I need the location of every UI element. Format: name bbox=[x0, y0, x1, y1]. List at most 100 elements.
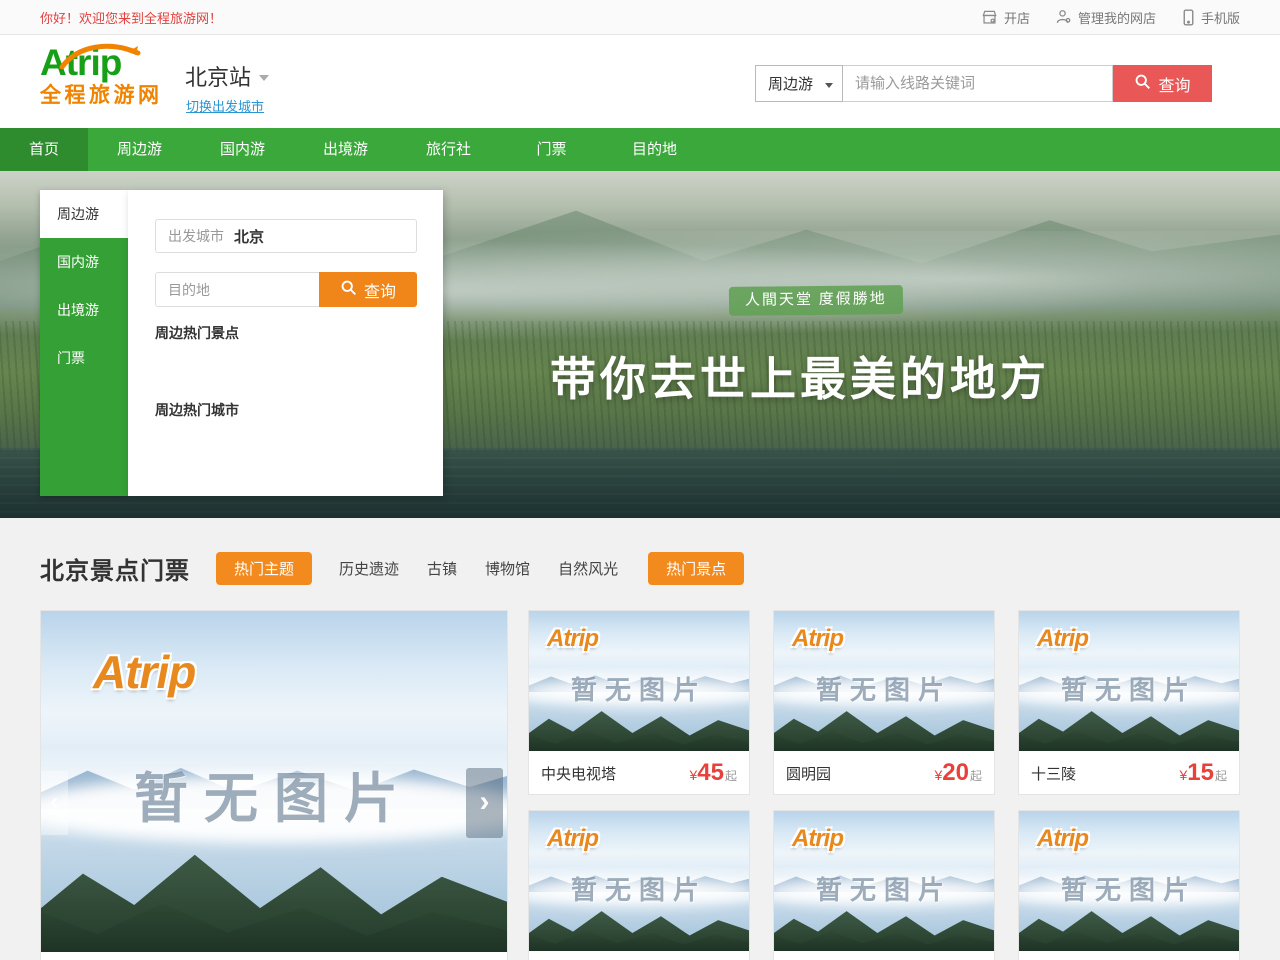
tab-historic-sites[interactable]: 历史遗迹 bbox=[339, 558, 399, 579]
currency-symbol: ¥ bbox=[1179, 767, 1187, 783]
destination-input[interactable] bbox=[155, 272, 319, 307]
nav-item-destinations[interactable]: 目的地 bbox=[603, 128, 706, 171]
panel-search-label: 查询 bbox=[364, 278, 396, 302]
sidebar-tab-outbound[interactable]: 出境游 bbox=[40, 286, 128, 334]
ticket-card[interactable]: Atrip 暂无图片 bbox=[773, 810, 995, 960]
card-title-row: 十三陵 ¥ 15 起 bbox=[1019, 751, 1239, 795]
topbar: 你好！欢迎您来到全程旅游网！ 开店 管理我的网店 bbox=[0, 0, 1280, 35]
theme-tabs: 历史遗迹 古镇 博物馆 自然风光 bbox=[339, 558, 618, 579]
depart-city-label: 出发城市 bbox=[168, 226, 224, 246]
site-logo[interactable]: Atrip 全程旅游网 bbox=[40, 43, 180, 109]
hero-banner: 周边游 国内游 出境游 门票 出发城市 北京 查询 bbox=[0, 171, 1280, 518]
sidebar-tab-domestic[interactable]: 国内游 bbox=[40, 238, 128, 286]
welcome-message: 你好！欢迎您来到全程旅游网！ bbox=[40, 8, 222, 27]
tab-hot-themes[interactable]: 热门主题 bbox=[216, 552, 312, 585]
header: Atrip 全程旅游网 北京站 切换出发城市 周边游 bbox=[0, 35, 1280, 128]
hero-title: 带你去世上最美的地方 bbox=[0, 343, 1280, 409]
price-suffix: 起 bbox=[970, 767, 982, 784]
ticket-card[interactable]: Atrip 暂无图片 bbox=[528, 810, 750, 960]
currency-symbol: ¥ bbox=[689, 767, 697, 783]
tab-natural-scenery[interactable]: 自然风光 bbox=[558, 558, 618, 579]
card-title-row: 中央电视塔 ¥ 45 起 bbox=[529, 751, 749, 795]
ticket-card-ming-tombs[interactable]: Atrip 暂无图片 十三陵 ¥ 15 起 bbox=[1018, 610, 1240, 795]
ticket-cards-area: Atrip 暂无图片 ‹ › Atrip 暂无图片 中央电视塔 bbox=[40, 610, 1240, 960]
nav-item-tickets[interactable]: 门票 bbox=[500, 128, 603, 171]
no-image-watermark: 暂无图片 bbox=[529, 670, 749, 707]
logo-site-name: 全程旅游网 bbox=[40, 83, 180, 109]
switch-city-link[interactable]: 切换出发城市 bbox=[186, 96, 264, 115]
nav-item-travel-agency[interactable]: 旅行社 bbox=[397, 128, 500, 171]
placeholder-image: Atrip 暂无图片 bbox=[529, 611, 749, 751]
hero-slogan-badge: 人間天堂 度假勝地 bbox=[729, 285, 903, 316]
search-category-select[interactable]: 周边游 bbox=[755, 65, 843, 102]
attraction-name: 中央电视塔 bbox=[541, 763, 616, 784]
destination-search-row: 查询 bbox=[155, 272, 417, 307]
price-value: 45 bbox=[697, 759, 724, 787]
sidebar-tab-nearby[interactable]: 周边游 bbox=[40, 190, 128, 238]
price-tag: ¥ 20 起 bbox=[934, 759, 982, 787]
nav-item-nearby-tours[interactable]: 周边游 bbox=[88, 128, 191, 171]
ticket-card-yuanmingyuan[interactable]: Atrip 暂无图片 圆明园 ¥ 20 起 bbox=[773, 610, 995, 795]
mobile-icon bbox=[1182, 9, 1195, 26]
chevron-right-icon: › bbox=[480, 787, 490, 817]
mobile-version-link[interactable]: 手机版 bbox=[1182, 8, 1240, 27]
logo-wordmark: Atrip bbox=[40, 43, 180, 83]
station-label: 北京站 bbox=[185, 60, 251, 92]
watermark-logo: Atrip bbox=[547, 625, 598, 653]
open-shop-label: 开店 bbox=[1004, 8, 1030, 27]
depart-city-field[interactable]: 出发城市 北京 bbox=[155, 219, 417, 253]
attraction-name: 圆明园 bbox=[786, 763, 831, 784]
price-value: 15 bbox=[1187, 759, 1214, 787]
no-image-watermark: 暂无图片 bbox=[1019, 670, 1239, 707]
no-image-watermark: 暂无图片 bbox=[529, 870, 749, 907]
storefront-icon bbox=[981, 10, 998, 25]
chevron-down-icon bbox=[259, 75, 269, 81]
ticket-card[interactable]: Atrip 暂无图片 bbox=[1018, 810, 1240, 960]
attraction-name: 十三陵 bbox=[1031, 763, 1076, 784]
line-search-bar: 周边游 查询 bbox=[755, 65, 1212, 102]
tab-hot-spots[interactable]: 热门景点 bbox=[648, 552, 744, 585]
price-value: 20 bbox=[942, 759, 969, 787]
placeholder-image: Atrip 暂无图片 bbox=[529, 811, 749, 951]
no-image-watermark: 暂无图片 bbox=[774, 870, 994, 907]
nav-item-home[interactable]: 首页 bbox=[0, 128, 88, 171]
chevron-down-icon bbox=[825, 83, 833, 88]
chevron-left-icon: ‹ bbox=[51, 790, 59, 814]
open-shop-link[interactable]: 开店 bbox=[981, 8, 1030, 27]
watermark-logo: Atrip bbox=[1037, 625, 1088, 653]
panel-search-button[interactable]: 查询 bbox=[319, 272, 417, 307]
price-suffix: 起 bbox=[1215, 767, 1227, 784]
placeholder-image: Atrip 暂无图片 bbox=[774, 811, 994, 951]
tab-ancient-towns[interactable]: 古镇 bbox=[427, 558, 457, 579]
carousel-next-button[interactable]: › bbox=[466, 768, 503, 838]
dragon-swoosh-icon bbox=[58, 37, 144, 77]
nav-item-domestic-tours[interactable]: 国内游 bbox=[191, 128, 294, 171]
tab-museums[interactable]: 博物馆 bbox=[485, 558, 530, 579]
currency-symbol: ¥ bbox=[934, 767, 942, 783]
watermark-logo: Atrip bbox=[792, 625, 843, 653]
section-title: 北京景点门票 bbox=[40, 551, 190, 586]
tickets-section: 北京景点门票 热门主题 历史遗迹 古镇 博物馆 自然风光 热门景点 Atrip … bbox=[0, 518, 1280, 960]
line-keyword-input[interactable] bbox=[843, 65, 1113, 102]
search-category-value: 周边游 bbox=[768, 73, 813, 94]
price-suffix: 起 bbox=[725, 767, 737, 784]
featured-carousel[interactable]: Atrip 暂无图片 ‹ › bbox=[40, 610, 508, 960]
hot-spots-heading: 周边热门景点 bbox=[155, 323, 239, 343]
main-nav: 首页 周边游 国内游 出境游 旅行社 门票 目的地 bbox=[0, 128, 1280, 171]
placeholder-image: Atrip 暂无图片 bbox=[1019, 611, 1239, 751]
line-search-label: 查询 bbox=[1158, 72, 1190, 96]
ticket-card-grid: Atrip 暂无图片 中央电视塔 ¥ 45 起 bbox=[528, 610, 1240, 960]
carousel-prev-button[interactable]: ‹ bbox=[41, 771, 68, 835]
ticket-card-cctv-tower[interactable]: Atrip 暂无图片 中央电视塔 ¥ 45 起 bbox=[528, 610, 750, 795]
watermark-logo: Atrip bbox=[547, 825, 598, 853]
line-search-button[interactable]: 查询 bbox=[1113, 65, 1212, 102]
manage-shop-label: 管理我的网店 bbox=[1078, 8, 1156, 27]
tickets-section-header: 北京景点门票 热门主题 历史遗迹 古镇 博物馆 自然风光 热门景点 bbox=[0, 518, 1280, 586]
manage-shop-link[interactable]: 管理我的网店 bbox=[1056, 8, 1156, 27]
nav-item-outbound-tours[interactable]: 出境游 bbox=[294, 128, 397, 171]
city-station-selector[interactable]: 北京站 bbox=[185, 60, 269, 92]
price-tag: ¥ 15 起 bbox=[1179, 759, 1227, 787]
watermark-logo: Atrip bbox=[1037, 825, 1088, 853]
watermark-logo: Atrip bbox=[93, 645, 195, 699]
user-icon bbox=[1056, 9, 1072, 25]
